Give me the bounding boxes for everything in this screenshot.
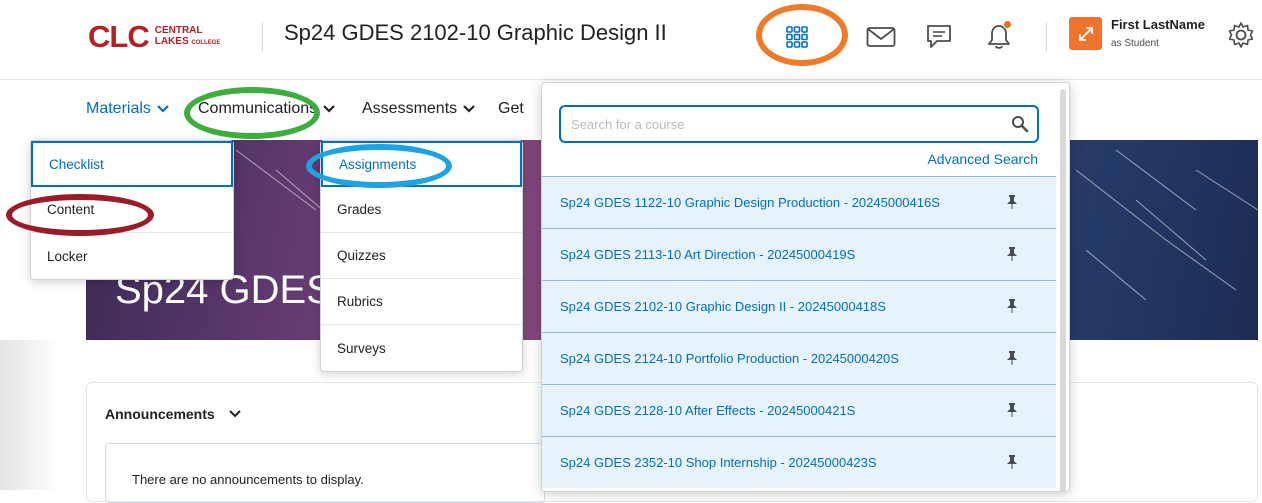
search-icon[interactable] [1011, 115, 1029, 133]
menu-item-surveys[interactable]: Surveys [321, 325, 522, 371]
notification-dot [1003, 20, 1012, 29]
user-name[interactable]: First LastName [1111, 17, 1205, 32]
course-search-input[interactable]: Search for a course [559, 105, 1039, 143]
menu-item-label: Locker [47, 248, 88, 264]
logo-text: CENTRAL LAKES COLLEGE [155, 25, 221, 49]
nav-assessments[interactable]: Assessments [362, 100, 475, 118]
chevron-down-icon [228, 410, 241, 418]
blue-highlight-ring [306, 144, 452, 188]
nav-materials[interactable]: Materials [86, 100, 169, 118]
orange-highlight-ring [756, 4, 848, 66]
course-item[interactable]: Sp24 GDES 2102-10 Graphic Design II - 20… [542, 280, 1056, 332]
announcements-label: Announcements [105, 406, 215, 422]
course-link[interactable]: Sp24 GDES 2113-10 Art Direction - 202450… [560, 247, 855, 262]
header-divider [262, 22, 263, 52]
chevron-down-icon [463, 105, 475, 113]
college-logo[interactable]: CLC CENTRAL LAKES COLLEGE [88, 19, 221, 54]
logo-mark: CLC [88, 19, 150, 54]
scrollbar[interactable] [1060, 89, 1066, 491]
user-role: as Student [1111, 38, 1159, 49]
advanced-search-link[interactable]: Advanced Search [927, 151, 1038, 167]
menu-item-label: Rubrics [337, 294, 383, 309]
menu-item-label: Surveys [337, 340, 386, 356]
background-decoration [0, 340, 60, 490]
maroon-highlight-ring [6, 194, 154, 236]
nav-materials-label: Materials [86, 100, 151, 117]
course-link[interactable]: Sp24 GDES 1122-10 Graphic Design Product… [560, 195, 940, 210]
course-item[interactable]: Sp24 GDES 2124-10 Portfolio Production -… [542, 332, 1056, 384]
logo-line-1: CENTRAL [154, 25, 203, 36]
course-link[interactable]: Sp24 GDES 2352-10 Shop Internship - 2024… [560, 455, 877, 470]
menu-item-locker[interactable]: Locker [31, 233, 233, 279]
nav-assessments-label: Assessments [362, 100, 458, 117]
menu-item-rubrics[interactable]: Rubrics [321, 279, 522, 325]
chevron-down-icon [323, 105, 335, 113]
course-item[interactable]: Sp24 GDES 2128-10 After Effects - 202450… [542, 384, 1056, 436]
pin-icon[interactable] [1006, 246, 1018, 262]
course-link[interactable]: Sp24 GDES 2128-10 After Effects - 202450… [560, 403, 855, 418]
bell-icon[interactable] [982, 20, 1016, 54]
course-list: Sp24 GDES 1122-10 Graphic Design Product… [542, 176, 1056, 488]
menu-item-quizzes[interactable]: Quizzes [321, 233, 522, 279]
menu-item-grades[interactable]: Grades [321, 187, 522, 233]
course-item[interactable]: Sp24 GDES 2352-10 Shop Internship - 2024… [542, 436, 1056, 488]
course-link[interactable]: Sp24 GDES 2102-10 Graphic Design II - 20… [560, 299, 886, 314]
course-title[interactable]: Sp24 GDES 2102-10 Graphic Design II [284, 20, 667, 46]
pin-icon[interactable] [1006, 194, 1018, 210]
search-placeholder: Search for a course [571, 117, 685, 132]
mail-icon[interactable] [864, 20, 898, 54]
settings-icon[interactable] [1224, 18, 1258, 52]
announcements-title[interactable]: Announcements [105, 406, 241, 422]
announcements-empty-text: There are no announcements to display. [132, 472, 364, 487]
course-selector-dropdown: Search for a course Advanced Search Sp24… [541, 82, 1070, 492]
menu-item-label: Quizzes [337, 248, 386, 263]
menu-item-label: Grades [337, 202, 382, 217]
pin-icon[interactable] [1006, 298, 1018, 314]
chat-icon[interactable] [922, 20, 956, 54]
nav-get-label: Get [498, 100, 524, 117]
header-divider-2 [1046, 22, 1047, 52]
nav-get[interactable]: Get [498, 100, 524, 118]
green-highlight-ring [184, 87, 320, 139]
avatar[interactable] [1069, 17, 1102, 50]
course-link[interactable]: Sp24 GDES 2124-10 Portfolio Production -… [560, 351, 899, 366]
menu-item-checklist[interactable]: Checklist [31, 141, 233, 187]
pin-icon[interactable] [1006, 402, 1018, 418]
pin-icon[interactable] [1006, 454, 1018, 470]
menu-item-label: Checklist [49, 156, 104, 172]
pin-icon[interactable] [1006, 350, 1018, 366]
top-header: CLC CENTRAL LAKES COLLEGE Sp24 GDES 2102… [0, 0, 1262, 80]
chevron-down-icon [157, 105, 169, 113]
course-item[interactable]: Sp24 GDES 2113-10 Art Direction - 202450… [542, 228, 1056, 280]
logo-line-2: LAKES COLLEGE [154, 36, 221, 47]
course-item[interactable]: Sp24 GDES 1122-10 Graphic Design Product… [542, 176, 1056, 228]
